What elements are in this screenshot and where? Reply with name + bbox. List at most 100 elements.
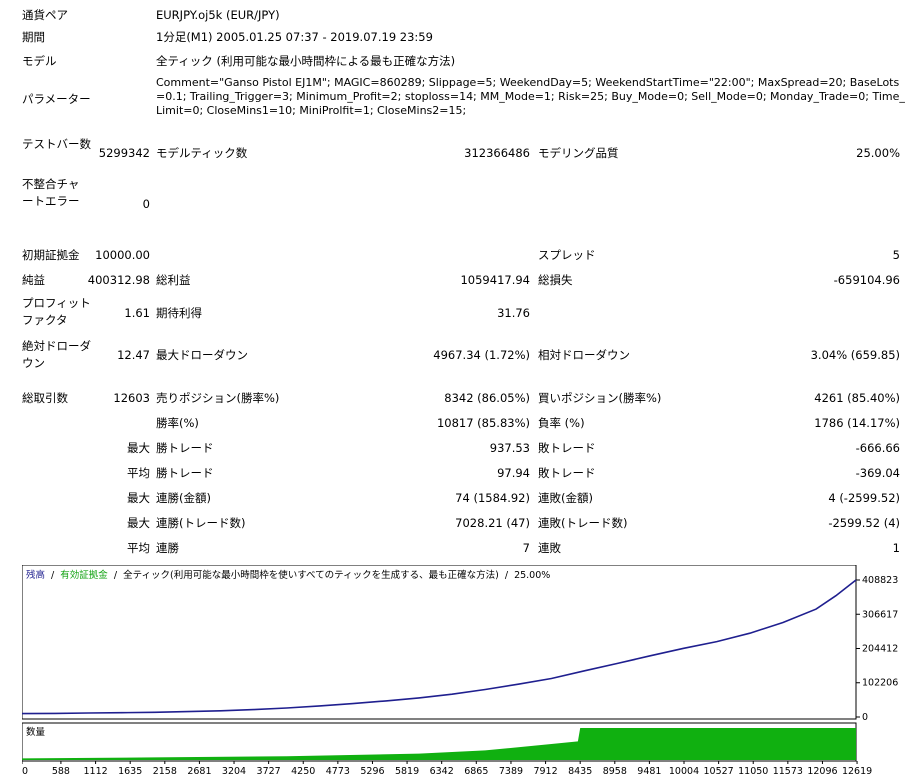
value-max-drawdown: 4967.34 (1.72%) [433, 348, 530, 362]
label-loss-rate: 負率 (%) [538, 416, 585, 430]
value-long-positions: 4261 (85.40%) [814, 391, 900, 405]
value-short-positions: 8342 (86.05%) [444, 391, 530, 405]
value-loss-rate: 1786 (14.17%) [814, 416, 900, 430]
x-tick-label: 588 [52, 766, 70, 777]
value-avg-loss-trade: -369.04 [855, 466, 900, 480]
label-rel-drawdown: 相対ドローダウン [538, 348, 630, 362]
chart-legend: 残高 / 有効証拠金 / 全ティック(利用可能な最小時間枠を使いすべてのティック… [26, 569, 550, 581]
value-max-loss-trade: -666.66 [855, 441, 900, 455]
value-quality: 25.00% [856, 146, 900, 160]
value-bars: 5299342 [98, 146, 150, 160]
label-gross-profit: 総利益 [156, 273, 191, 287]
label-consec-wins: 連勝 [156, 541, 179, 555]
x-tick-label: 7912 [533, 766, 557, 777]
label-consec-wins-amount: 連勝(金額) [156, 491, 211, 505]
label-max-win-trade: 勝トレード [156, 441, 214, 455]
label-consec-losses-count: 連敗(トレード数) [538, 516, 628, 530]
x-tick-label: 4773 [326, 766, 350, 777]
x-tick-label: 5819 [395, 766, 419, 777]
y-axis-ticks: 408823 306617 204412 102206 0 [856, 575, 898, 723]
x-tick-label: 7389 [499, 766, 523, 777]
value-model: 全ティック (利用可能な最小時間枠による最も正確な方法) [156, 54, 456, 68]
label-consec-losses: 連敗 [538, 541, 561, 555]
x-axis-ticks: 0 588 1112 1635 2158 2681 3204 3727 4250 4773 5296… [21, 761, 872, 777]
label-total-trades: 総取引数 [22, 391, 68, 405]
x-tick-label: 6865 [464, 766, 488, 777]
value-max-win-trade: 937.53 [489, 441, 530, 455]
value-period: 1分足(M1) 2005.01.25 07:37 - 2019.07.19 23… [156, 30, 433, 44]
label-consec-wins-count: 連勝(トレード数) [156, 516, 246, 530]
value-symbol: EURJPY.oj5k (EUR/JPY) [156, 8, 280, 22]
label-parameters: パラメーター [22, 92, 91, 106]
value-avg-consec-wins: 7 [522, 541, 530, 555]
legend-balance: 残高 [26, 569, 45, 581]
value-ticks: 312366486 [464, 146, 530, 160]
y-tick-label: 408823 [862, 575, 898, 586]
value-consec-wins-amount: 74 (1584.92) [455, 491, 530, 505]
label-mismatch: 不整合チャートエラー [22, 177, 80, 208]
volume-label: 数量 [26, 726, 46, 738]
x-tick-label: 2158 [153, 766, 177, 777]
value-rel-drawdown: 3.04% (659.85) [810, 348, 900, 362]
value-consec-losses-amount: 4 (-2599.52) [828, 491, 900, 505]
x-tick-label: 12619 [842, 766, 872, 777]
x-tick-label: 4250 [291, 766, 315, 777]
value-avg-win-trade: 97.94 [497, 466, 530, 480]
label-avg-2: 平均 [127, 541, 150, 555]
balance-chart-svg: 残高 / 有効証拠金 / 全ティック(利用可能な最小時間枠を使いすべてのティック… [21, 564, 898, 777]
label-expected-payoff: 期待利得 [156, 306, 202, 320]
x-tick-label: 3204 [222, 766, 246, 777]
value-deposit: 10000.00 [95, 248, 150, 262]
label-avg-1: 平均 [127, 466, 150, 480]
label-consec-losses-amount: 連敗(金額) [538, 491, 593, 505]
x-tick-label: 2681 [187, 766, 211, 777]
label-max-1: 最大 [127, 441, 150, 455]
value-spread: 5 [892, 248, 900, 262]
value-expected-payoff: 31.76 [497, 306, 530, 320]
legend-model: 全ティック(利用可能な最小時間枠を使いすべてのティックを生成する、最も正確な方法… [123, 569, 499, 581]
x-tick-label: 0 [22, 766, 28, 777]
x-tick-label: 1635 [118, 766, 142, 777]
x-tick-label: 9481 [637, 766, 661, 777]
value-abs-drawdown: 12.47 [117, 348, 150, 362]
x-tick-label: 8435 [568, 766, 592, 777]
label-win-rate: 勝率(%) [156, 416, 199, 430]
x-tick-label: 11050 [738, 766, 768, 777]
legend-sep-1: / [51, 570, 55, 581]
label-avg-win-trade: 勝トレード [156, 466, 214, 480]
y-tick-label: 0 [862, 712, 868, 723]
label-quality: モデリング品質 [538, 146, 619, 160]
legend-sep-2: / [114, 570, 118, 581]
label-period: 期間 [22, 30, 45, 44]
value-consec-wins-count: 7028.21 (47) [455, 516, 530, 530]
y-tick-label: 204412 [862, 643, 898, 654]
x-tick-label: 10527 [704, 766, 734, 777]
value-gross-profit: 1059417.94 [460, 273, 530, 287]
value-profit-factor: 1.61 [124, 306, 150, 320]
x-tick-label: 11573 [773, 766, 803, 777]
y-tick-label: 306617 [862, 609, 898, 620]
x-tick-label: 3727 [257, 766, 281, 777]
y-tick-label: 102206 [862, 678, 898, 689]
label-deposit: 初期証拠金 [22, 248, 80, 262]
legend-equity: 有効証拠金 [60, 569, 108, 581]
label-spread: スプレッド [538, 248, 596, 262]
value-consec-losses-count: -2599.52 (4) [828, 516, 900, 530]
value-avg-consec-losses: 1 [892, 541, 900, 555]
label-short-positions: 売りポジション(勝率%) [156, 391, 280, 405]
value-mismatch: 0 [142, 197, 150, 211]
label-avg-loss-trade: 敗トレード [538, 466, 596, 480]
x-tick-label: 1112 [83, 766, 107, 777]
value-win-rate: 10817 (85.83%) [436, 416, 530, 430]
label-symbol: 通貨ペア [22, 8, 68, 22]
label-max-drawdown: 最大ドローダウン [156, 348, 248, 362]
label-net-profit: 純益 [22, 273, 45, 287]
x-tick-label: 10004 [669, 766, 699, 777]
label-max-3: 最大 [127, 516, 150, 530]
label-gross-loss: 総損失 [538, 273, 573, 287]
value-total-trades: 12603 [113, 391, 150, 405]
x-tick-label: 5296 [360, 766, 384, 777]
label-ticks: モデルティック数 [156, 146, 248, 160]
balance-chart: 残高 / 有効証拠金 / 全ティック(利用可能な最小時間枠を使いすべてのティック… [21, 564, 910, 777]
value-net-profit: 400312.98 [87, 273, 150, 287]
